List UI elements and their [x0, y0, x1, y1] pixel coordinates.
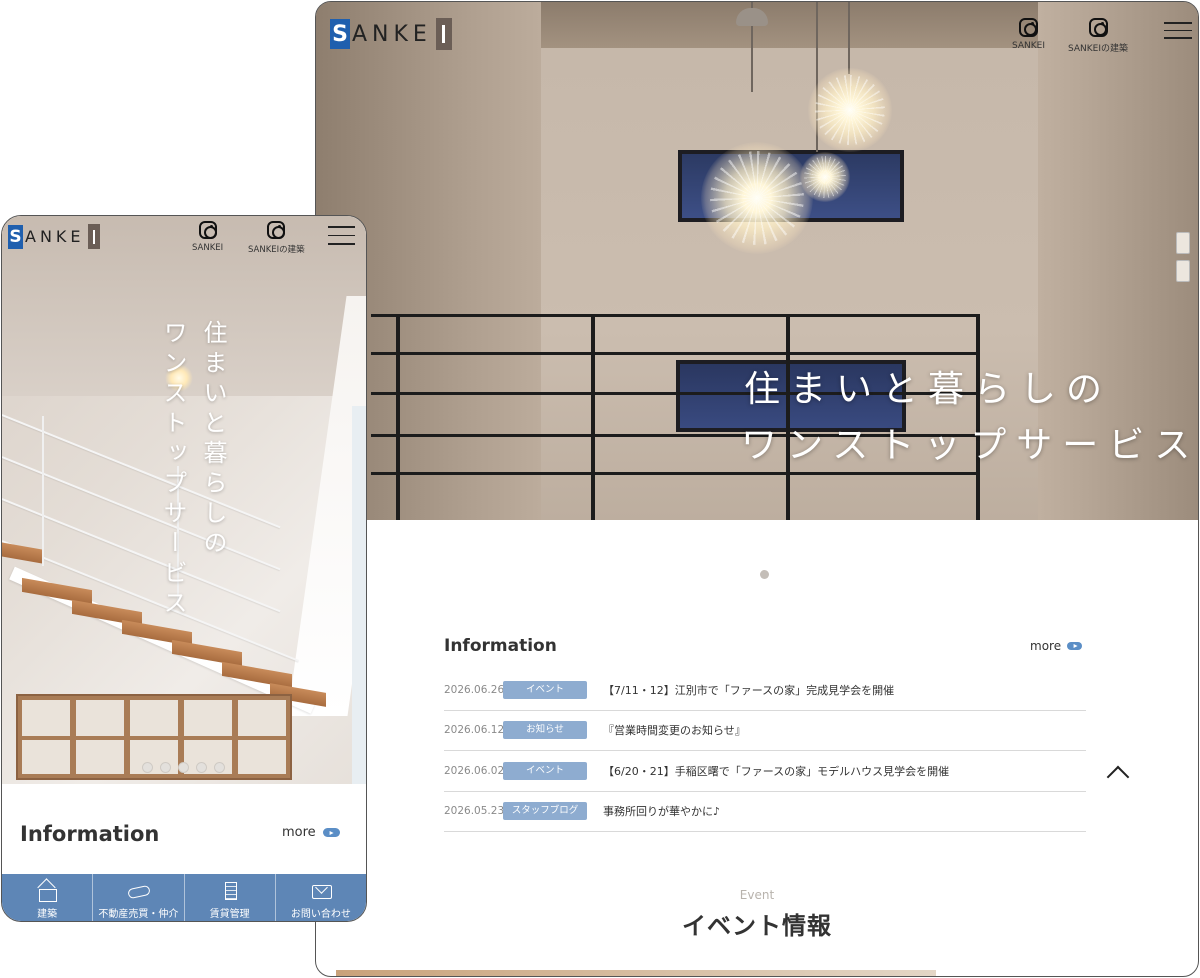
category-badge: お知らせ	[503, 721, 587, 740]
logo-word: ANKE	[25, 227, 85, 246]
instagram-label: SANKEI	[192, 243, 224, 253]
slider-dots[interactable]	[142, 762, 225, 773]
list-item[interactable]: 2026.05.23 スタッフブログ 事務所回りが華やかに♪	[444, 792, 1086, 832]
pendant-light	[800, 152, 850, 202]
nav-item-real-estate[interactable]: 不動産売買・仲介	[93, 874, 185, 921]
information-title: Information	[444, 636, 557, 656]
arrow-icon	[322, 828, 340, 837]
instagram-link-sankei[interactable]: SANKEI	[1012, 18, 1045, 51]
instagram-link-architecture[interactable]: SANKEIの建築	[248, 221, 305, 255]
site-logo[interactable]: S ANKE	[8, 224, 100, 249]
event-title: イベント情報	[682, 912, 832, 940]
list-item[interactable]: 2026.06.02 イベント 【6/20・21】手稲区曙で「ファースの家」モデ…	[444, 751, 1086, 792]
mobile-bottom-nav: 建築 不動産売買・仲介 賃貸管理 お問い合わせ	[2, 874, 366, 921]
hero-catchcopy: 住まいと暮らしの	[199, 320, 227, 560]
hero-catchcopy: 住まいと暮らしの ワンストップサービス	[741, 369, 1198, 466]
handshake-icon	[126, 881, 150, 901]
instagram-label: SANKEI	[1012, 41, 1046, 51]
list-item[interactable]: 2026.06.26 イベント 【7/11・12】江別市で「ファースの家」完成見…	[444, 670, 1086, 711]
logo-mark: S	[8, 224, 23, 249]
event-image	[336, 970, 936, 976]
instagram-icon	[198, 221, 217, 239]
information-title: Information	[20, 822, 160, 846]
nav-item-rental[interactable]: 賃貸管理	[185, 874, 276, 921]
logo-bar	[435, 18, 452, 50]
logo-word: ANKE	[352, 21, 432, 47]
menu-button[interactable]	[328, 226, 355, 245]
list-item[interactable]: 2026.06.12 お知らせ 『営業時間変更のお知らせ』	[444, 711, 1086, 751]
hero-image: S ANKE SANKEI SANKEIの建築 住まいと暮らしの ワンストップサ…	[316, 2, 1198, 520]
site-logo[interactable]: S ANKE	[330, 18, 452, 50]
pendant-light	[701, 142, 813, 254]
slider-dot[interactable]	[760, 570, 769, 579]
logo-mark: S	[330, 19, 350, 49]
category-badge: イベント	[503, 761, 587, 780]
nav-item-contact[interactable]: お問い合わせ	[276, 874, 366, 921]
nav-item-architecture[interactable]: 建築	[2, 874, 94, 921]
instagram-icon	[1088, 18, 1108, 37]
pendant-light	[808, 68, 892, 152]
back-to-top-button[interactable]	[1104, 758, 1134, 788]
information-more-link[interactable]: more	[1030, 639, 1083, 653]
instagram-link-sankei[interactable]: SANKEI	[192, 221, 223, 253]
hero-catchcopy: ワンストップサービス	[159, 320, 187, 620]
instagram-link-architecture[interactable]: SANKEIの建築	[1068, 18, 1128, 54]
category-badge: スタッフブログ	[503, 802, 587, 821]
information-list: 2026.06.26 イベント 【7/11・12】江別市で「ファースの家」完成見…	[444, 670, 1086, 832]
arrow-icon	[1067, 642, 1083, 650]
logo-bar	[87, 224, 100, 249]
information-more-link[interactable]: more	[282, 825, 340, 840]
mail-icon	[309, 881, 333, 901]
mobile-preview: S ANKE SANKEI SANKEIの建築 住まいと暮らしの ワンストップサ…	[1, 215, 367, 922]
instagram-icon	[267, 221, 286, 239]
event-label: Event	[739, 888, 775, 902]
instagram-label: SANKEIの建築	[1068, 44, 1129, 54]
menu-button[interactable]	[1164, 22, 1192, 39]
house-icon	[35, 881, 59, 902]
building-icon	[218, 881, 242, 901]
instagram-icon	[1019, 18, 1038, 37]
instagram-label: SANKEIの建築	[248, 245, 305, 255]
desktop-preview: S ANKE SANKEI SANKEIの建築 住まいと暮らしの ワンストップサ…	[315, 1, 1199, 977]
hero-image: S ANKE SANKEI SANKEIの建築 住まいと暮らしの ワンストップサ…	[2, 216, 366, 784]
category-badge: イベント	[503, 680, 587, 699]
